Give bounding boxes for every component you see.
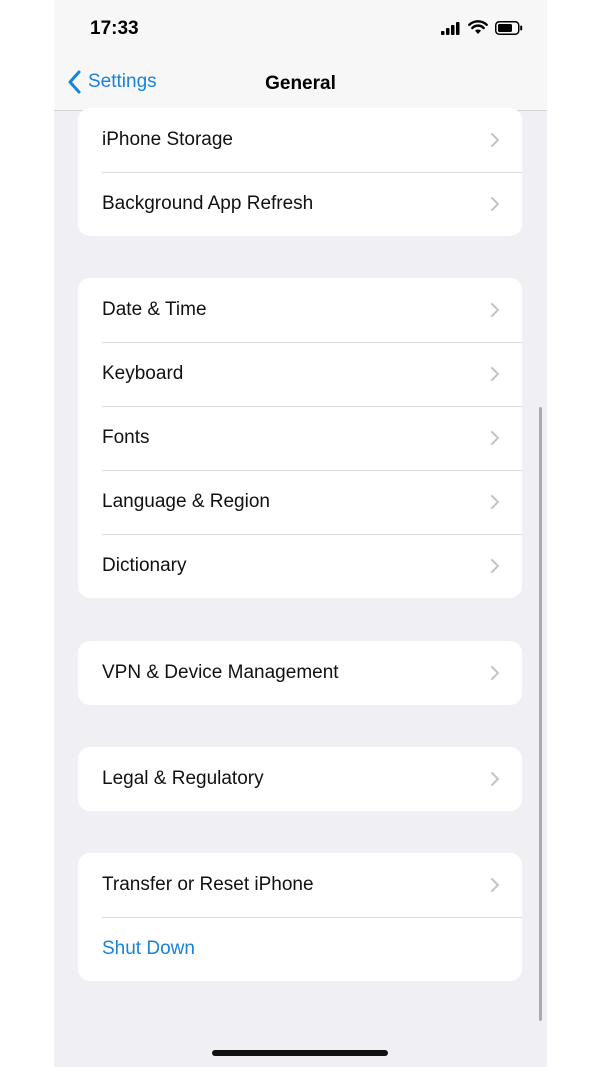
wifi-icon: [468, 20, 488, 34]
list-item-label: Legal & Regulatory: [102, 768, 264, 789]
list-item-label: Keyboard: [102, 363, 184, 384]
chevron-right-icon: [491, 431, 499, 445]
chevron-right-icon: [491, 666, 499, 680]
scroll-indicator[interactable]: [539, 407, 542, 1021]
settings-group-legal: Legal & Regulatory: [78, 747, 522, 811]
cellular-signal-icon: [441, 21, 460, 35]
list-item-label: Language & Region: [102, 491, 270, 512]
chevron-right-icon: [491, 367, 499, 381]
settings-group-storage: iPhone Storage Background App Refresh: [78, 108, 522, 236]
list-item-label: Date & Time: [102, 299, 207, 320]
list-item-label: iPhone Storage: [102, 129, 233, 150]
list-item-transfer-reset-iphone[interactable]: Transfer or Reset iPhone: [78, 853, 522, 917]
status-icons: [441, 20, 523, 35]
list-item-label: Fonts: [102, 427, 150, 448]
list-item-vpn-device-management[interactable]: VPN & Device Management: [78, 641, 522, 705]
list-item-label: Transfer or Reset iPhone: [102, 874, 314, 895]
settings-group-vpn: VPN & Device Management: [78, 641, 522, 705]
shut-down-button[interactable]: Shut Down: [78, 917, 522, 981]
list-item-label: Background App Refresh: [102, 193, 314, 214]
page-title: General: [265, 73, 336, 94]
list-item-iphone-storage[interactable]: iPhone Storage: [78, 108, 522, 172]
list-item-label: VPN & Device Management: [102, 662, 339, 683]
chevron-right-icon: [491, 495, 499, 509]
phone-screen: 17:33 Settings General iPhone Storage Ba…: [54, 0, 547, 1067]
list-item-legal-regulatory[interactable]: Legal & Regulatory: [78, 747, 522, 811]
navigation-bar: Settings General: [54, 60, 547, 111]
list-item-dictionary[interactable]: Dictionary: [78, 534, 522, 598]
shut-down-label: Shut Down: [102, 938, 195, 959]
list-item-background-app-refresh[interactable]: Background App Refresh: [78, 172, 522, 236]
chevron-right-icon: [491, 303, 499, 317]
list-item-keyboard[interactable]: Keyboard: [78, 342, 522, 406]
chevron-right-icon: [491, 878, 499, 892]
list-item-date-time[interactable]: Date & Time: [78, 278, 522, 342]
settings-group-reset: Transfer or Reset iPhone Shut Down: [78, 853, 522, 981]
chevron-right-icon: [491, 559, 499, 573]
status-bar: 17:33: [54, 0, 547, 60]
list-item-label: Dictionary: [102, 555, 187, 576]
battery-icon: [495, 20, 523, 35]
status-time: 17:33: [90, 18, 139, 39]
list-item-fonts[interactable]: Fonts: [78, 406, 522, 470]
home-indicator[interactable]: [212, 1050, 388, 1056]
chevron-right-icon: [491, 133, 499, 147]
settings-group-locale: Date & Time Keyboard Fonts Language & Re…: [78, 278, 522, 598]
list-item-language-region[interactable]: Language & Region: [78, 470, 522, 534]
chevron-right-icon: [491, 197, 499, 211]
chevron-right-icon: [491, 772, 499, 786]
